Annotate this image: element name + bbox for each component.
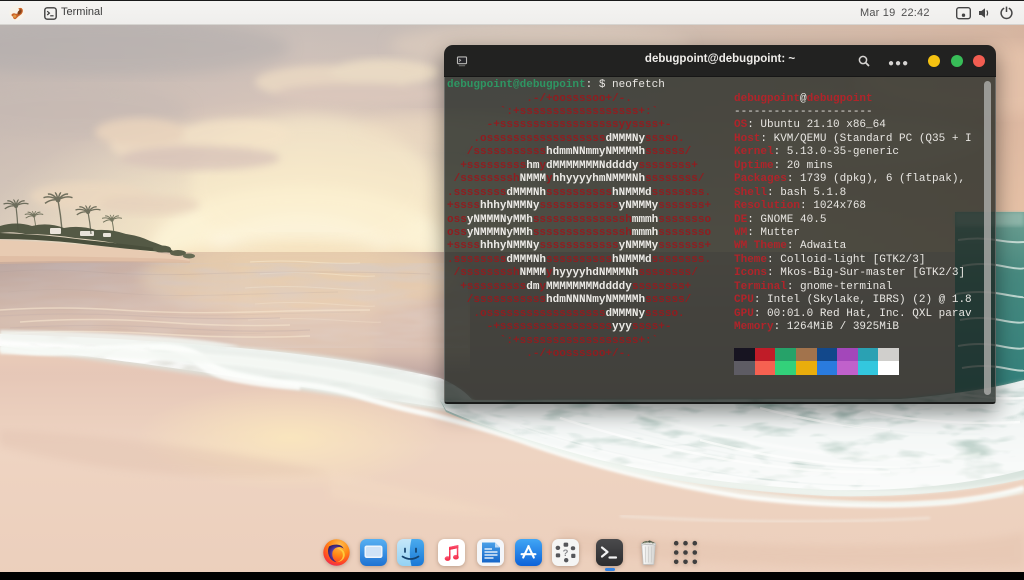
svg-text:?: ?: [563, 548, 569, 559]
